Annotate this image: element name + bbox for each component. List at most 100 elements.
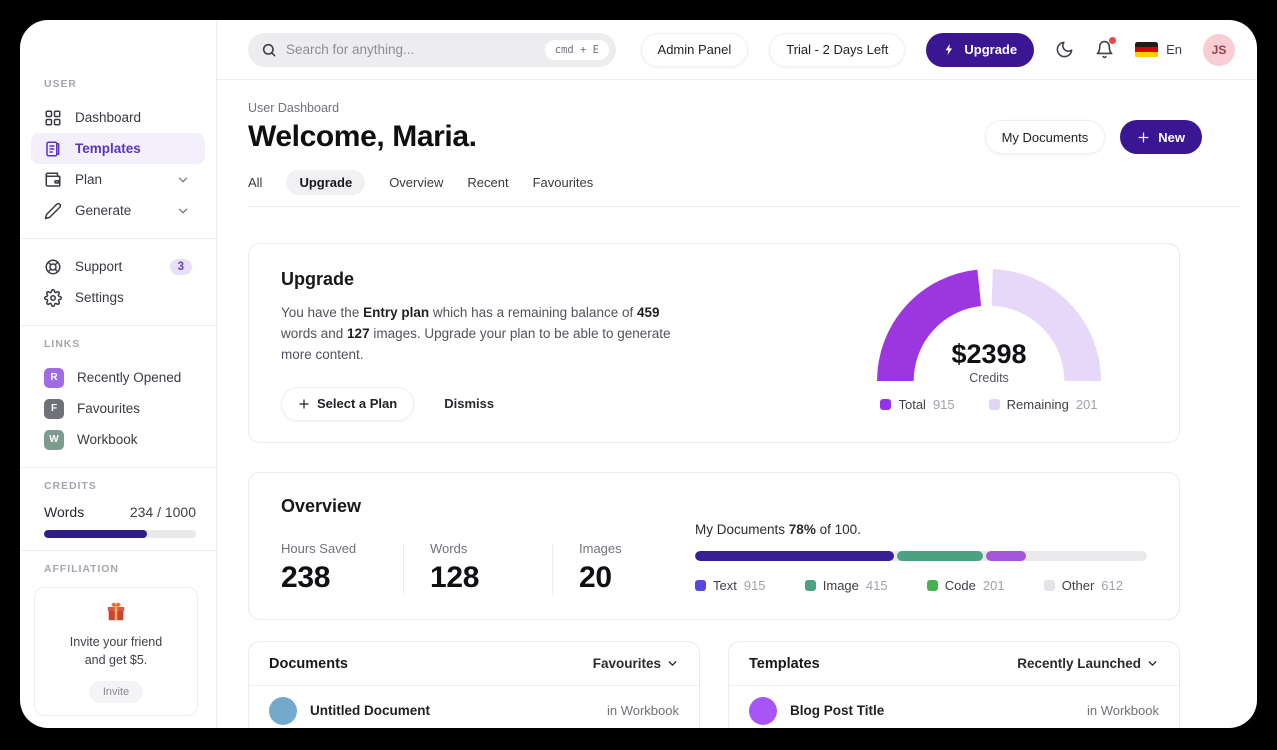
legend-remaining-swatch xyxy=(988,399,1000,410)
templates-filter-dropdown[interactable]: Recently Launched xyxy=(1017,656,1159,671)
legend-other: Other 612 xyxy=(1043,578,1123,593)
content-area: User Dashboard Welcome, Maria. My Docume… xyxy=(217,80,1257,728)
sidebar-divider xyxy=(20,325,216,326)
sidebar-link-label: Favourites xyxy=(77,401,141,416)
sidebar-divider xyxy=(20,238,216,239)
search-shortcut-badge: cmd + E xyxy=(544,39,609,60)
invite-button[interactable]: Invite xyxy=(88,681,144,704)
dark-mode-toggle[interactable] xyxy=(1055,40,1074,59)
search-input[interactable] xyxy=(286,42,536,57)
legend-total-swatch xyxy=(880,399,892,410)
document-list-item[interactable]: Untitled Document in Workbook xyxy=(249,686,699,728)
language-label: En xyxy=(1166,42,1182,57)
dismiss-button[interactable]: Dismiss xyxy=(444,396,494,411)
sidebar-item-label: Templates xyxy=(75,141,141,156)
segment-code xyxy=(985,550,1027,561)
documents-card-title: Documents xyxy=(269,655,348,672)
legend-text-swatch xyxy=(695,579,706,591)
sidebar-divider xyxy=(20,550,216,551)
tabs-divider xyxy=(248,206,1240,207)
workbook-avatar: W xyxy=(44,429,64,450)
search-bar[interactable]: cmd + E xyxy=(248,32,616,67)
select-plan-button[interactable]: Select a Plan xyxy=(281,386,415,421)
template-avatar xyxy=(749,696,777,725)
documents-card: Documents Favourites Untitled Document i… xyxy=(248,640,700,728)
sidebar-section-links: LINKS xyxy=(44,338,81,350)
upgrade-card-left: Upgrade You have the Entry plan which ha… xyxy=(281,269,689,421)
sidebar-item-label: Dashboard xyxy=(75,110,142,125)
affiliation-text: Invite your friend and get $5. xyxy=(69,635,163,668)
chevron-down-icon xyxy=(178,177,188,182)
plus-icon xyxy=(299,399,309,409)
tab-upgrade[interactable]: Upgrade xyxy=(286,170,366,195)
admin-panel-button[interactable]: Admin Panel xyxy=(640,32,749,67)
credits-words-label: Words xyxy=(44,504,85,520)
grid-icon xyxy=(45,110,61,125)
bottom-cards-row: Documents Favourites Untitled Document i… xyxy=(248,640,1180,728)
stat-divider xyxy=(552,542,553,595)
sidebar-item-templates[interactable]: Templates xyxy=(31,133,205,164)
legend-image-swatch xyxy=(804,579,816,591)
tab-favourites[interactable]: Favourites xyxy=(533,170,594,195)
lightning-icon xyxy=(945,43,953,56)
credits-label: Credits xyxy=(969,371,1009,385)
sidebar-section-credits: CREDITS xyxy=(44,480,97,492)
legend-total: Total 915 xyxy=(880,397,955,412)
gift-icon xyxy=(107,602,125,621)
new-button[interactable]: New xyxy=(1120,120,1202,154)
notifications-button[interactable] xyxy=(1095,37,1117,59)
sidebar: USER Dashboard Templates Plan Generate S… xyxy=(20,20,217,728)
sidebar-item-label: Plan xyxy=(75,172,103,187)
stat-hours-saved: Hours Saved 238 xyxy=(281,540,357,594)
tab-overview[interactable]: Overview xyxy=(389,170,443,195)
tab-all[interactable]: All xyxy=(248,170,262,195)
upgrade-card-body: You have the Entry plan which has a rema… xyxy=(281,305,671,362)
templates-icon xyxy=(46,141,60,156)
filter-tabs: All Upgrade Overview Recent Favourites xyxy=(248,170,1240,195)
sidebar-link-label: Recently Opened xyxy=(77,370,182,385)
sidebar-item-label: Settings xyxy=(75,290,124,305)
templates-card-title: Templates xyxy=(749,655,820,672)
legend-other-swatch xyxy=(1043,579,1055,591)
template-list-item[interactable]: Blog Post Title in Workbook xyxy=(729,686,1179,728)
wallet-icon xyxy=(45,172,61,187)
legend-image: Image 415 xyxy=(804,578,888,593)
stat-divider xyxy=(403,542,404,595)
sidebar-item-dashboard[interactable]: Dashboard xyxy=(31,102,205,133)
page-title: Welcome, Maria. xyxy=(248,120,477,153)
segment-text xyxy=(695,550,894,561)
gauge-center-text: $2398 Credits xyxy=(877,339,1101,385)
legend-code: Code 201 xyxy=(926,578,1005,593)
favourites-avatar: F xyxy=(44,398,64,419)
credits-gauge-chart: $2398 Credits Total 915 Remaining 201 xyxy=(873,269,1105,412)
language-selector[interactable]: En xyxy=(1135,41,1182,58)
documents-filter-dropdown[interactable]: Favourites xyxy=(593,656,679,671)
sidebar-divider xyxy=(20,467,216,468)
sidebar-item-plan[interactable]: Plan xyxy=(31,164,205,195)
my-documents-button[interactable]: My Documents xyxy=(984,120,1106,154)
sidebar-section-user: USER xyxy=(44,78,77,90)
sidebar-section-affiliation: AFFILIATION xyxy=(44,563,119,575)
sidebar-item-settings[interactable]: Settings xyxy=(31,282,205,313)
sidebar-item-label: Support xyxy=(75,259,123,274)
sidebar-link-label: Workbook xyxy=(77,432,138,447)
main-column: cmd + E Admin Panel Trial - 2 Days Left … xyxy=(217,20,1257,728)
sidebar-item-label: Generate xyxy=(75,203,132,218)
sidebar-item-support[interactable]: Support 3 xyxy=(31,251,205,282)
chevron-down-icon xyxy=(178,208,188,213)
upgrade-button[interactable]: Upgrade xyxy=(926,32,1035,67)
legend-text: Text 915 xyxy=(695,578,766,593)
user-avatar[interactable]: JS xyxy=(1203,33,1235,66)
sidebar-link-recently-opened[interactable]: R Recently Opened xyxy=(31,362,205,393)
credits-words-value: 234 / 1000 xyxy=(129,504,196,520)
credits-progress-fill xyxy=(44,530,148,538)
sidebar-link-favourites[interactable]: F Favourites xyxy=(31,393,205,424)
legend-code-swatch xyxy=(926,579,938,591)
search-icon xyxy=(262,43,276,56)
sidebar-link-workbook[interactable]: W Workbook xyxy=(31,424,205,455)
tab-recent[interactable]: Recent xyxy=(467,170,508,195)
sidebar-item-generate[interactable]: Generate xyxy=(31,195,205,226)
trial-status-button[interactable]: Trial - 2 Days Left xyxy=(769,32,906,67)
credits-amount: $2398 xyxy=(951,339,1027,369)
chevron-down-icon xyxy=(1148,661,1157,667)
